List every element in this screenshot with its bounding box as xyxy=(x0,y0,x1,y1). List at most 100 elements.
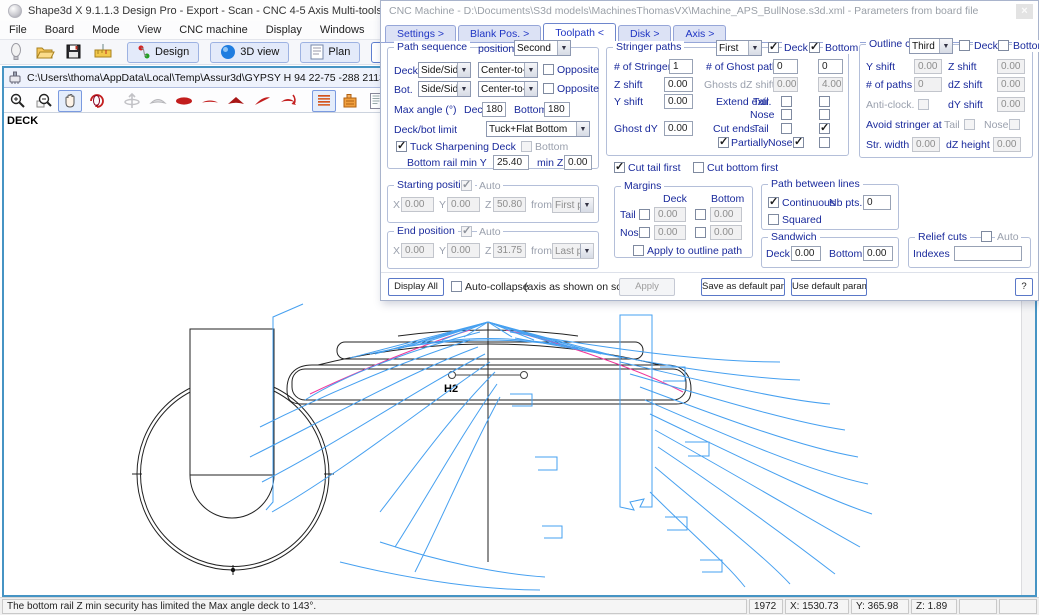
continuous-checkbox[interactable] xyxy=(768,197,779,208)
anti-clock-checkbox[interactable] xyxy=(918,99,929,110)
margin-nose-bottom-input[interactable]: 0.00 xyxy=(710,225,742,240)
ghosts-dz-deck-input[interactable]: 0.00 xyxy=(773,77,798,92)
ghosts-dz-bottom-input[interactable]: 4.00 xyxy=(818,77,843,92)
extend-nose-bottom-checkbox[interactable] xyxy=(819,109,830,120)
n-stringers-input[interactable]: 1 xyxy=(669,59,693,74)
tab-settings[interactable]: Settings > xyxy=(385,25,456,42)
position-select[interactable]: Second▼ xyxy=(514,40,571,56)
deck-opposite-checkbox[interactable] xyxy=(543,64,554,75)
end-auto-checkbox[interactable] xyxy=(461,226,472,237)
stringer-deck-checkbox[interactable] xyxy=(768,42,779,53)
design-button[interactable]: Design xyxy=(127,42,199,63)
deck-direction-select[interactable]: Center-to-▼ xyxy=(478,62,538,78)
max-angle-deck-input[interactable]: 180 xyxy=(482,102,506,117)
close-icon[interactable]: × xyxy=(1016,4,1033,19)
open-folder-icon[interactable] xyxy=(32,41,58,63)
cut-ends-nose-deck-checkbox[interactable] xyxy=(793,137,804,148)
save-default-button[interactable]: Save as default param. xyxy=(701,278,785,296)
outline-y-shift-input[interactable]: 0.00 xyxy=(914,59,942,74)
z-shift-input[interactable]: 0.00 xyxy=(664,77,693,92)
rotate-view-icon[interactable] xyxy=(84,90,108,112)
margin-tail-bottom-checkbox[interactable] xyxy=(695,209,706,220)
bottom-rail-y-input[interactable]: 25.40 xyxy=(493,155,529,170)
margin-tail-deck-checkbox[interactable] xyxy=(639,209,650,220)
start-auto-checkbox[interactable] xyxy=(461,180,472,191)
end-z-input[interactable]: 31.75 xyxy=(493,243,526,258)
nb-pts-input[interactable]: 0 xyxy=(863,195,891,210)
ghost-dy-input[interactable]: 0.00 xyxy=(664,121,693,136)
menu-windows[interactable]: Windows xyxy=(311,21,374,39)
relief-auto-checkbox[interactable] xyxy=(981,231,992,242)
move-vertical-icon[interactable] xyxy=(120,90,144,112)
end-from-select[interactable]: Last point▼ xyxy=(552,243,594,259)
y-shift-input[interactable]: 0.00 xyxy=(664,94,693,109)
sandwich-deck-input[interactable]: 0.00 xyxy=(791,246,821,261)
pan-hand-icon[interactable] xyxy=(58,90,82,112)
menu-cnc-machine[interactable]: CNC machine xyxy=(170,21,256,39)
extend-tail-deck-checkbox[interactable] xyxy=(781,96,792,107)
deck-sequence-select[interactable]: Side/Side▼ xyxy=(418,62,471,78)
menu-view[interactable]: View xyxy=(129,21,171,39)
start-x-input[interactable]: 0.00 xyxy=(401,197,434,212)
stringer-order-select[interactable]: First▼ xyxy=(716,40,762,56)
outline-view-icon[interactable] xyxy=(172,90,196,112)
start-from-select[interactable]: First point▼ xyxy=(552,197,594,213)
start-z-input[interactable]: 50.80 xyxy=(493,197,526,212)
menu-file[interactable]: File xyxy=(0,21,36,39)
outline-dz-shift-input[interactable]: 0.00 xyxy=(997,77,1025,92)
menu-board[interactable]: Board xyxy=(36,21,83,39)
extend-tail-bottom-checkbox[interactable] xyxy=(819,96,830,107)
cut-ends-tail-deck-checkbox[interactable] xyxy=(781,123,792,134)
outline-order-select[interactable]: Third▼ xyxy=(909,38,953,54)
profile-view-icon[interactable] xyxy=(198,90,222,112)
partially-checkbox[interactable] xyxy=(718,137,729,148)
menu-mode[interactable]: Mode xyxy=(83,21,129,39)
apply-button[interactable]: Apply xyxy=(619,278,675,296)
stringer-bottom-checkbox[interactable] xyxy=(809,42,820,53)
section-view-icon[interactable] xyxy=(224,90,248,112)
dz-height-input[interactable]: 0.00 xyxy=(993,137,1021,152)
save-icon[interactable] xyxy=(61,41,87,63)
tuck-sharpening-checkbox[interactable] xyxy=(396,141,407,152)
outline-dy-shift-input[interactable]: 0.00 xyxy=(997,97,1025,112)
tuck-bottom-checkbox[interactable] xyxy=(521,141,532,152)
bot-opposite-checkbox[interactable] xyxy=(543,83,554,94)
bot-sequence-select[interactable]: Side/Side▼ xyxy=(418,81,471,97)
plan-button[interactable]: Plan xyxy=(300,42,360,63)
max-angle-bottom-input[interactable]: 180 xyxy=(544,102,570,117)
zoom-out-icon[interactable] xyxy=(32,90,56,112)
str-width-input[interactable]: 0.00 xyxy=(912,137,940,152)
slice-view-icon[interactable] xyxy=(250,90,274,112)
margin-tail-bottom-input[interactable]: 0.00 xyxy=(710,207,742,222)
margin-nose-deck-checkbox[interactable] xyxy=(639,227,650,238)
min-z-input[interactable]: 0.00 xyxy=(564,155,592,170)
cut-ends-tail-bottom-checkbox[interactable] xyxy=(819,123,830,134)
outline-n-paths-input[interactable]: 0 xyxy=(914,77,942,92)
3d-view-button[interactable]: 3D view xyxy=(210,42,289,63)
display-all-button[interactable]: Display All xyxy=(388,278,444,296)
ghost-paths-bottom-input[interactable]: 0 xyxy=(818,59,843,74)
avoid-nose-checkbox[interactable] xyxy=(1009,119,1020,130)
hull-icon[interactable] xyxy=(146,90,170,112)
cut-tail-first-checkbox[interactable] xyxy=(614,162,625,173)
cut-bottom-first-checkbox[interactable] xyxy=(693,162,704,173)
margin-nose-bottom-checkbox[interactable] xyxy=(695,227,706,238)
machine-icon[interactable] xyxy=(338,90,362,112)
toolpath-lines-icon[interactable] xyxy=(312,90,336,112)
start-y-input[interactable]: 0.00 xyxy=(447,197,480,212)
end-y-input[interactable]: 0.00 xyxy=(447,243,480,258)
margin-nose-deck-input[interactable]: 0.00 xyxy=(654,225,686,240)
use-default-button[interactable]: Use default param. xyxy=(791,278,867,296)
rotate-board-icon[interactable] xyxy=(276,90,300,112)
auto-collapse-checkbox[interactable] xyxy=(451,281,462,292)
sandwich-bottom-input[interactable]: 0.00 xyxy=(863,246,893,261)
squared-checkbox[interactable] xyxy=(768,214,779,225)
extend-nose-deck-checkbox[interactable] xyxy=(781,109,792,120)
outline-bottom-checkbox[interactable] xyxy=(998,40,1009,51)
measure-icon[interactable] xyxy=(90,41,116,63)
indexes-input[interactable] xyxy=(954,246,1022,261)
lamp-icon[interactable] xyxy=(3,41,29,63)
avoid-tail-checkbox[interactable] xyxy=(964,119,975,130)
end-x-input[interactable]: 0.00 xyxy=(401,243,434,258)
bot-direction-select[interactable]: Center-to-▼ xyxy=(478,81,538,97)
